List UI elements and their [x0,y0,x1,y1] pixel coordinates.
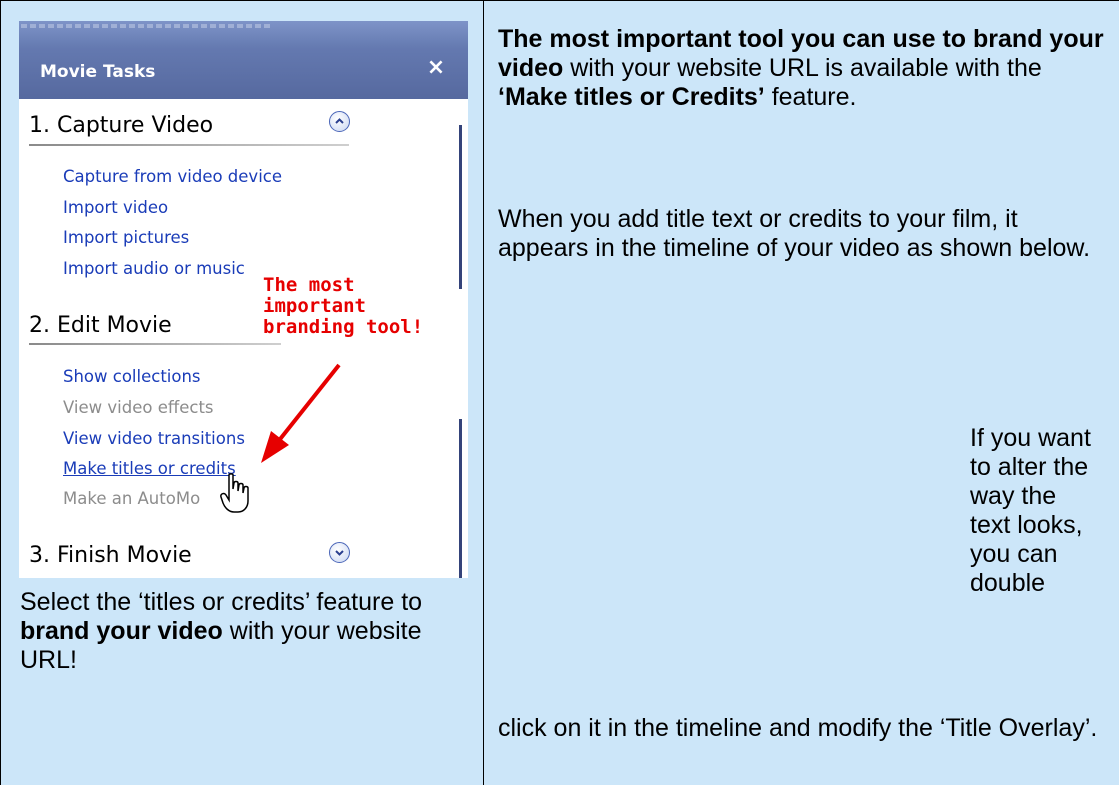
section-divider [29,343,281,345]
task-link-view-video-transitions[interactable]: View video transitions [63,429,245,448]
left-caption-text: Select the ‘titles or credits’ feature t… [20,588,423,616]
task-link-import-video[interactable]: Import video [63,198,168,217]
hand-cursor-icon [220,473,249,513]
chevron-up-icon[interactable] [329,111,350,132]
right-paragraph-1: The most important tool you can use to b… [498,25,1108,112]
right-p1-bold-feature: ‘Make titles or Credits’ [498,83,765,111]
scroll-track [459,419,462,578]
task-link-make-titles-or-credits[interactable]: Make titles or credits [63,459,236,478]
task-link-view-video-effects[interactable]: View video effects [63,398,214,417]
right-paragraph-3-narrow: If you want to alter the way the text lo… [970,424,1091,597]
panel-header-texture [21,24,271,28]
section-divider [29,144,349,146]
left-caption: Select the ‘titles or credits’ feature t… [20,588,470,675]
right-p1-text: with your website URL is available with … [563,54,1042,82]
scroll-track [459,125,462,289]
annotation-text: The most important branding tool! [263,274,424,338]
chevron-down-icon[interactable] [329,542,350,563]
task-link-show-collections[interactable]: Show collections [63,367,201,386]
left-caption-bold: brand your video [20,617,223,645]
panel-header: Movie Tasks × [19,21,468,99]
task-link-make-an-automovie[interactable]: Make an AutoMo [63,489,200,508]
section-title-finish-movie[interactable]: 3. Finish Movie [29,543,192,568]
right-paragraph-3-continued: click on it in the timeline and modify t… [498,714,1098,742]
task-link-import-audio-or-music[interactable]: Import audio or music [63,259,245,278]
page-border-top [0,0,1119,1]
section-title-edit-movie[interactable]: 2. Edit Movie [29,313,172,338]
right-paragraph-2: When you add title text or credits to yo… [498,205,1091,262]
task-link-import-pictures[interactable]: Import pictures [63,228,189,247]
movie-tasks-panel: Movie Tasks × 1. Capture Video Capture f… [19,21,468,578]
task-link-capture-from-video-device[interactable]: Capture from video device [63,167,282,186]
section-title-capture-video[interactable]: 1. Capture Video [29,113,213,138]
page-border-left [0,0,1,785]
panel-title: Movie Tasks [40,62,156,82]
right-p1-text-end: feature. [764,83,857,111]
column-divider [483,0,484,785]
close-icon[interactable]: × [425,57,447,79]
red-arrow-icon [261,363,341,463]
